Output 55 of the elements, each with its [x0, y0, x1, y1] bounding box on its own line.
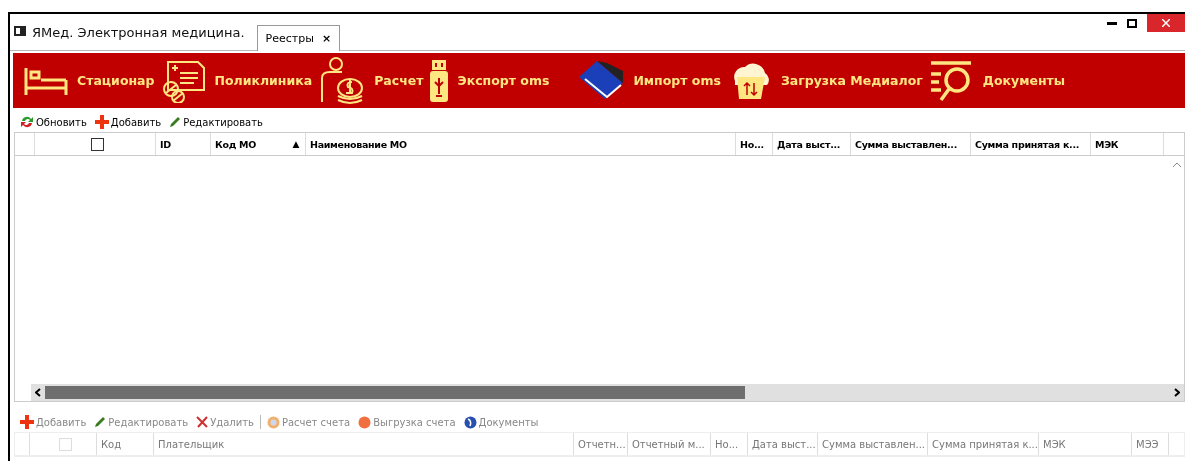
scroll-left-icon[interactable] — [35, 388, 41, 397]
column-header[interactable]: Сумма принятая к... — [975, 138, 1079, 150]
column-header[interactable]: Сумма выставлен... — [822, 438, 926, 450]
checkbox[interactable] — [90, 137, 104, 151]
close-icon — [1162, 19, 1170, 27]
delete-icon — [196, 416, 209, 428]
scroll-up-icon[interactable] — [1172, 162, 1182, 168]
column-header[interactable]: Отчетн... — [578, 438, 626, 450]
tab[interactable]: Реестры × — [256, 25, 341, 51]
column-header[interactable]: Но... — [715, 438, 739, 450]
sort-arrow: ▲ — [292, 139, 299, 149]
toolbar-button[interactable]: Обновить — [18, 115, 89, 129]
column-header[interactable]: МЭЭ — [1136, 438, 1159, 450]
folder-icon — [577, 60, 626, 101]
column-header[interactable]: Дата выст... — [777, 138, 841, 150]
column-header[interactable]: Наименование МО — [310, 138, 407, 150]
app-icon — [14, 26, 26, 36]
module-button[interactable]: Стационар — [23, 65, 155, 96]
module-button[interactable]: Расчет — [318, 55, 424, 106]
coin-icon — [266, 415, 280, 429]
plus-icon — [20, 415, 34, 429]
module-button[interactable]: Поликлиника — [160, 58, 313, 103]
plus-icon — [94, 115, 109, 129]
bed-icon — [23, 65, 69, 96]
column-header[interactable]: МЭК — [1043, 438, 1066, 450]
module-button[interactable]: Импорт oms — [577, 60, 721, 101]
maximize-icon[interactable] — [1127, 18, 1137, 28]
column-header[interactable]: Но... — [740, 138, 764, 150]
module-button[interactable]: Загрузка Медиалог — [726, 60, 923, 101]
module-button[interactable]: Экспорт oms — [429, 59, 550, 102]
usb-drive-icon — [429, 59, 450, 102]
minimize-icon[interactable] — [1107, 21, 1117, 25]
scroll-right-icon[interactable] — [1174, 388, 1180, 397]
module-button[interactable]: Документы — [928, 59, 1066, 102]
column-header[interactable]: Плательщик — [158, 438, 225, 450]
column-header[interactable]: ID — [160, 138, 171, 150]
pencil-icon — [169, 116, 182, 128]
toolbar-button[interactable]: Добавить — [92, 115, 164, 129]
prescription-icon — [160, 58, 207, 103]
pencil-icon — [94, 416, 107, 428]
column-header[interactable]: Код МО — [215, 138, 256, 150]
column-header[interactable]: Код — [101, 438, 122, 450]
ball-icon — [358, 415, 372, 429]
window-title: ЯМед. Электронная медицина. — [32, 25, 245, 40]
column-header[interactable]: Отчетный м... — [632, 438, 705, 450]
globe-icon — [463, 415, 477, 429]
column-header[interactable]: МЭК — [1095, 138, 1119, 150]
tab-close-button[interactable]: × — [321, 32, 332, 45]
column-header[interactable]: Дата выст... — [752, 438, 816, 450]
toolbar-button[interactable]: Редактировать — [167, 116, 265, 128]
horizontal-scrollbar[interactable] — [31, 384, 1184, 401]
refresh-icon — [20, 115, 34, 129]
column-header[interactable]: Сумма выставлен... — [855, 138, 957, 150]
column-header[interactable]: Сумма принятая к... — [932, 438, 1038, 450]
close-button[interactable] — [1147, 14, 1185, 32]
